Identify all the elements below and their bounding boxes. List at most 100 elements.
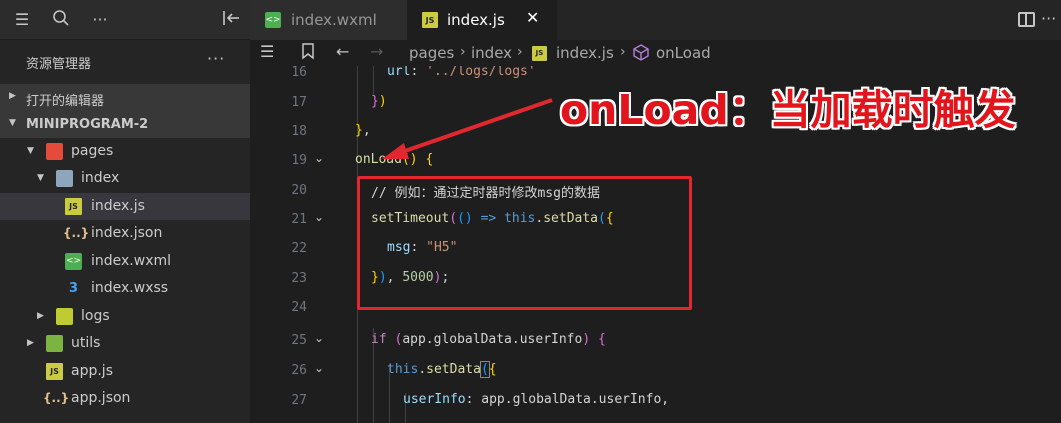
- chevron-right-icon: ▶: [37, 311, 44, 321]
- tree-item-label: index.json: [91, 225, 163, 241]
- js-file-icon: JS: [46, 363, 63, 380]
- explorer-more-button[interactable]: ···: [207, 49, 225, 68]
- line-number: 25: [291, 333, 307, 348]
- tab-label: index.js: [447, 11, 505, 29]
- collapse-sidebar-icon[interactable]: [220, 9, 242, 31]
- back-arrow-icon[interactable]: ←: [336, 42, 349, 61]
- tree-folder-pages[interactable]: ▼ pages: [0, 138, 250, 165]
- line-number: 21: [291, 212, 307, 227]
- tree-item-label: index.js: [91, 198, 145, 214]
- tree-item-label: pages: [71, 143, 114, 159]
- chevron-down-icon: ▼: [27, 146, 34, 156]
- highlight-box: [357, 176, 692, 310]
- folder-index-icon: [56, 170, 73, 187]
- folder-pages-icon: [46, 143, 63, 160]
- chevron-right-icon: ›: [620, 44, 626, 60]
- close-icon[interactable]: ✕: [526, 8, 539, 27]
- method-cube-icon: [633, 44, 649, 65]
- editor-tabbar: <> index.wxml JS index.js ✕ ···: [250, 0, 1061, 40]
- tab-index-wxml[interactable]: <> index.wxml: [250, 0, 407, 40]
- section-open-editors[interactable]: ▶ 打开的编辑器: [0, 84, 250, 111]
- code-text: onLoad() {: [355, 152, 434, 167]
- tree-item-label: app.js: [71, 363, 113, 379]
- chevron-down-icon: ▼: [37, 173, 44, 183]
- tree-item-label: app.json: [71, 390, 131, 406]
- code-text: userInfo: app.globalData.userInfo,: [403, 392, 670, 407]
- code-text: },: [355, 123, 371, 138]
- json-file-icon: {..}: [43, 391, 70, 405]
- line-number: 20: [291, 183, 307, 198]
- tree-item-label: index.wxml: [91, 253, 172, 269]
- code-line[interactable]: 25 ⌄ if (app.globalData.userInfo) {: [250, 326, 1061, 356]
- wxml-file-icon: <>: [265, 12, 281, 28]
- line-number: 23: [291, 271, 307, 286]
- line-number: 24: [291, 300, 307, 315]
- json-file-icon: {..}: [63, 226, 90, 240]
- tree-file-app-json[interactable]: {..} app.json: [0, 385, 250, 412]
- annotation-text: onLoad：当加载时触发: [560, 86, 1016, 134]
- tree-file-index-wxml[interactable]: <> index.wxml: [0, 248, 250, 275]
- breadcrumb-item[interactable]: index: [471, 44, 512, 62]
- tree-item-label: utils: [71, 335, 101, 351]
- chevron-down-icon: ▼: [9, 118, 16, 128]
- chevron-right-icon: ›: [460, 44, 466, 60]
- line-number: 26: [291, 363, 307, 378]
- line-number: 16: [291, 66, 307, 80]
- explorer-sidebar: ☰ ··· 资源管理器 ··· ▶ 打开的编辑器 ▼ MINIPROGRAM-2…: [0, 0, 250, 423]
- tree-file-index-js[interactable]: JS index.js: [0, 193, 250, 220]
- tree-item-label: index: [81, 170, 120, 186]
- tab-label: index.wxml: [291, 11, 377, 29]
- section-label: 打开的编辑器: [26, 94, 105, 109]
- code-text: url: '../logs/logs': [387, 66, 536, 79]
- js-file-icon: JS: [532, 46, 547, 61]
- chevron-down-icon[interactable]: ⌄: [314, 361, 324, 375]
- line-number: 19: [291, 153, 307, 168]
- code-line[interactable]: 26 ⌄ this.setData({: [250, 356, 1061, 386]
- chevron-down-icon[interactable]: ⌄: [314, 151, 324, 165]
- section-project[interactable]: ▼ MINIPROGRAM-2: [0, 111, 250, 138]
- line-number: 22: [291, 241, 307, 256]
- search-icon[interactable]: [50, 9, 72, 31]
- code-line[interactable]: 27 userInfo: app.globalData.userInfo,: [250, 386, 1061, 416]
- chevron-right-icon: ›: [517, 44, 523, 60]
- chevron-down-icon[interactable]: ⌄: [314, 210, 324, 224]
- split-editor-icon[interactable]: [1018, 12, 1035, 27]
- line-number: 27: [291, 393, 307, 408]
- bookmark-icon[interactable]: [301, 42, 315, 64]
- chevron-right-icon: ▶: [9, 91, 16, 101]
- breadcrumb-item[interactable]: onLoad: [656, 44, 711, 62]
- line-number: 17: [291, 95, 307, 110]
- breadcrumb-item[interactable]: index.js: [556, 44, 614, 62]
- chevron-down-icon[interactable]: ⌄: [314, 331, 324, 345]
- breadcrumb-item[interactable]: pages: [409, 44, 454, 62]
- chevron-right-icon: ▶: [27, 338, 34, 348]
- wxml-file-icon: <>: [65, 253, 82, 270]
- tree-file-index-wxss[interactable]: 3 index.wxss: [0, 275, 250, 302]
- code-line[interactable]: 19 ⌄ onLoad() {: [250, 146, 1061, 176]
- explorer-header: 资源管理器 ···: [0, 40, 250, 82]
- menu-icon[interactable]: ☰: [11, 9, 33, 31]
- tab-index-js[interactable]: JS index.js ✕: [407, 0, 557, 40]
- tree-item-label: index.wxss: [91, 280, 169, 296]
- js-file-icon: JS: [422, 12, 438, 28]
- tree-folder-utils[interactable]: ▶ utils: [0, 330, 250, 357]
- tree-file-index-json[interactable]: {..} index.json: [0, 220, 250, 247]
- folder-utils-icon: [46, 335, 63, 352]
- tree-item-label: logs: [81, 308, 110, 324]
- tree-folder-index[interactable]: ▼ index: [0, 165, 250, 192]
- tree-folder-logs[interactable]: ▶ logs: [0, 303, 250, 330]
- forward-arrow-icon[interactable]: →: [370, 42, 383, 61]
- section-label: MINIPROGRAM-2: [26, 117, 149, 132]
- code-text: this.setData({: [387, 361, 497, 378]
- tree-file-app-js[interactable]: JS app.js: [0, 358, 250, 385]
- wxss-file-icon: 3: [68, 281, 79, 296]
- more-actions-icon[interactable]: ···: [1041, 9, 1056, 28]
- js-file-icon: JS: [65, 198, 82, 215]
- line-number: 18: [291, 124, 307, 139]
- activity-toolbar: ☰ ···: [0, 0, 250, 40]
- breadcrumb: ☰ ← → pages › index › JS index.js › onLo…: [250, 40, 1061, 66]
- more-icon[interactable]: ···: [89, 9, 111, 31]
- code-text: }): [371, 94, 387, 109]
- list-icon[interactable]: ☰: [260, 42, 274, 61]
- explorer-title: 资源管理器: [26, 57, 92, 72]
